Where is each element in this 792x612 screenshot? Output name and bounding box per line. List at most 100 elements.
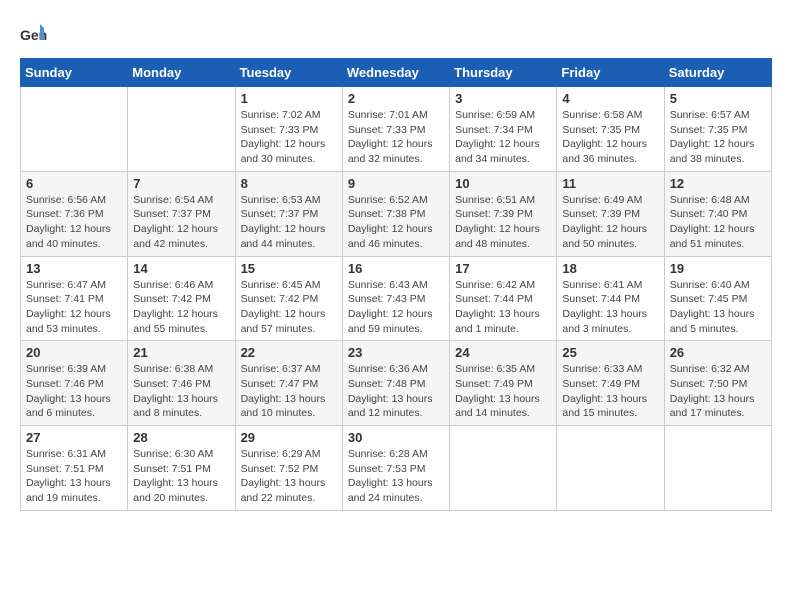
calendar-cell: 13 Sunrise: 6:47 AM Sunset: 7:41 PM Dayli…: [21, 256, 128, 341]
calendar-day-header: Friday: [557, 59, 664, 87]
day-number: 7: [133, 176, 229, 191]
calendar-body: 1Sunrise: 7:02 AM Sunset: 7:33 PM Daylig…: [21, 87, 772, 511]
day-info: Sunrise: 6:51 AM Sunset: 7:39 PM Dayligh…: [455, 193, 551, 252]
calendar-cell: 17 Sunrise: 6:42 AM Sunset: 7:44 PM Dayli…: [450, 256, 557, 341]
calendar-cell: 21 Sunrise: 6:38 AM Sunset: 7:46 PM Dayli…: [128, 341, 235, 426]
day-number: 23: [348, 345, 444, 360]
calendar-cell: 18 Sunrise: 6:41 AM Sunset: 7:44 PM Dayli…: [557, 256, 664, 341]
calendar-cell: 7 Sunrise: 6:54 AM Sunset: 7:37 PM Daylig…: [128, 171, 235, 256]
calendar-cell: [557, 426, 664, 511]
day-info: Sunrise: 6:33 AM Sunset: 7:49 PM Dayligh…: [562, 362, 658, 421]
calendar-cell: 11 Sunrise: 6:49 AM Sunset: 7:39 PM Dayli…: [557, 171, 664, 256]
day-info: Sunrise: 6:28 AM Sunset: 7:53 PM Dayligh…: [348, 447, 444, 506]
day-info: Sunrise: 6:49 AM Sunset: 7:39 PM Dayligh…: [562, 193, 658, 252]
calendar-cell: 4 Sunrise: 6:58 AM Sunset: 7:35 PM Daylig…: [557, 87, 664, 172]
day-number: 26: [670, 345, 766, 360]
day-info: Sunrise: 6:59 AM Sunset: 7:34 PM Dayligh…: [455, 108, 551, 167]
calendar-cell: 24 Sunrise: 6:35 AM Sunset: 7:49 PM Dayli…: [450, 341, 557, 426]
calendar-cell: 14 Sunrise: 6:46 AM Sunset: 7:42 PM Dayli…: [128, 256, 235, 341]
logo-icon: Gen: [20, 20, 48, 48]
calendar-cell: 22Sunrise: 6:37 AM Sunset: 7:47 PM Dayli…: [235, 341, 342, 426]
calendar-day-header: Sunday: [21, 59, 128, 87]
day-info: Sunrise: 6:58 AM Sunset: 7:35 PM Dayligh…: [562, 108, 658, 167]
calendar-cell: 29 Sunrise: 6:29 AM Sunset: 7:52 PM Dayli…: [235, 426, 342, 511]
day-number: 17: [455, 261, 551, 276]
calendar-cell: 2 Sunrise: 7:01 AM Sunset: 7:33 PM Daylig…: [342, 87, 449, 172]
day-info: Sunrise: 6:42 AM Sunset: 7:44 PM Dayligh…: [455, 278, 551, 337]
logo: Gen: [20, 20, 52, 48]
day-info: Sunrise: 6:57 AM Sunset: 7:35 PM Dayligh…: [670, 108, 766, 167]
calendar-cell: 19Sunrise: 6:40 AM Sunset: 7:45 PM Dayli…: [664, 256, 771, 341]
day-number: 13: [26, 261, 122, 276]
calendar-cell: 12 Sunrise: 6:48 AM Sunset: 7:40 PM Dayli…: [664, 171, 771, 256]
calendar-cell: 28Sunrise: 6:30 AM Sunset: 7:51 PM Dayli…: [128, 426, 235, 511]
day-number: 9: [348, 176, 444, 191]
day-number: 20: [26, 345, 122, 360]
calendar-cell: [664, 426, 771, 511]
day-number: 14: [133, 261, 229, 276]
calendar-week-row: 27Sunrise: 6:31 AM Sunset: 7:51 PM Dayli…: [21, 426, 772, 511]
day-number: 5: [670, 91, 766, 106]
calendar-cell: 6 Sunrise: 6:56 AM Sunset: 7:36 PM Daylig…: [21, 171, 128, 256]
day-info: Sunrise: 6:56 AM Sunset: 7:36 PM Dayligh…: [26, 193, 122, 252]
calendar-day-header: Saturday: [664, 59, 771, 87]
day-number: 10: [455, 176, 551, 191]
calendar-cell: 3Sunrise: 6:59 AM Sunset: 7:34 PM Daylig…: [450, 87, 557, 172]
day-number: 12: [670, 176, 766, 191]
day-number: 27: [26, 430, 122, 445]
day-info: Sunrise: 6:41 AM Sunset: 7:44 PM Dayligh…: [562, 278, 658, 337]
day-info: Sunrise: 6:47 AM Sunset: 7:41 PM Dayligh…: [26, 278, 122, 337]
day-number: 15: [241, 261, 337, 276]
day-number: 4: [562, 91, 658, 106]
day-info: Sunrise: 6:35 AM Sunset: 7:49 PM Dayligh…: [455, 362, 551, 421]
day-number: 18: [562, 261, 658, 276]
day-info: Sunrise: 7:02 AM Sunset: 7:33 PM Dayligh…: [241, 108, 337, 167]
calendar-week-row: 1Sunrise: 7:02 AM Sunset: 7:33 PM Daylig…: [21, 87, 772, 172]
calendar-header-row: SundayMondayTuesdayWednesdayThursdayFrid…: [21, 59, 772, 87]
calendar-cell: 9Sunrise: 6:52 AM Sunset: 7:38 PM Daylig…: [342, 171, 449, 256]
day-number: 11: [562, 176, 658, 191]
day-number: 24: [455, 345, 551, 360]
calendar-cell: [128, 87, 235, 172]
calendar-cell: 27Sunrise: 6:31 AM Sunset: 7:51 PM Dayli…: [21, 426, 128, 511]
day-info: Sunrise: 6:30 AM Sunset: 7:51 PM Dayligh…: [133, 447, 229, 506]
calendar-cell: 8 Sunrise: 6:53 AM Sunset: 7:37 PM Daylig…: [235, 171, 342, 256]
calendar-table: SundayMondayTuesdayWednesdayThursdayFrid…: [20, 58, 772, 511]
calendar-cell: 10 Sunrise: 6:51 AM Sunset: 7:39 PM Dayli…: [450, 171, 557, 256]
calendar-day-header: Monday: [128, 59, 235, 87]
day-number: 19: [670, 261, 766, 276]
day-info: Sunrise: 6:38 AM Sunset: 7:46 PM Dayligh…: [133, 362, 229, 421]
calendar-cell: [450, 426, 557, 511]
calendar-cell: 23 Sunrise: 6:36 AM Sunset: 7:48 PM Dayli…: [342, 341, 449, 426]
day-info: Sunrise: 6:29 AM Sunset: 7:52 PM Dayligh…: [241, 447, 337, 506]
day-info: Sunrise: 6:45 AM Sunset: 7:42 PM Dayligh…: [241, 278, 337, 337]
day-number: 2: [348, 91, 444, 106]
calendar-day-header: Wednesday: [342, 59, 449, 87]
day-info: Sunrise: 7:01 AM Sunset: 7:33 PM Dayligh…: [348, 108, 444, 167]
calendar-cell: 5 Sunrise: 6:57 AM Sunset: 7:35 PM Daylig…: [664, 87, 771, 172]
day-number: 21: [133, 345, 229, 360]
calendar-cell: 25 Sunrise: 6:33 AM Sunset: 7:49 PM Dayli…: [557, 341, 664, 426]
day-info: Sunrise: 6:54 AM Sunset: 7:37 PM Dayligh…: [133, 193, 229, 252]
day-info: Sunrise: 6:46 AM Sunset: 7:42 PM Dayligh…: [133, 278, 229, 337]
day-number: 8: [241, 176, 337, 191]
calendar-cell: 1Sunrise: 7:02 AM Sunset: 7:33 PM Daylig…: [235, 87, 342, 172]
page-header: Gen: [20, 20, 772, 48]
day-info: Sunrise: 6:48 AM Sunset: 7:40 PM Dayligh…: [670, 193, 766, 252]
day-number: 29: [241, 430, 337, 445]
day-info: Sunrise: 6:37 AM Sunset: 7:47 PM Dayligh…: [241, 362, 337, 421]
day-number: 16: [348, 261, 444, 276]
day-info: Sunrise: 6:53 AM Sunset: 7:37 PM Dayligh…: [241, 193, 337, 252]
calendar-day-header: Tuesday: [235, 59, 342, 87]
day-info: Sunrise: 6:32 AM Sunset: 7:50 PM Dayligh…: [670, 362, 766, 421]
calendar-week-row: 6 Sunrise: 6:56 AM Sunset: 7:36 PM Daylig…: [21, 171, 772, 256]
calendar-day-header: Thursday: [450, 59, 557, 87]
calendar-cell: 26 Sunrise: 6:32 AM Sunset: 7:50 PM Dayli…: [664, 341, 771, 426]
day-number: 6: [26, 176, 122, 191]
day-info: Sunrise: 6:36 AM Sunset: 7:48 PM Dayligh…: [348, 362, 444, 421]
day-number: 30: [348, 430, 444, 445]
day-info: Sunrise: 6:43 AM Sunset: 7:43 PM Dayligh…: [348, 278, 444, 337]
calendar-cell: [21, 87, 128, 172]
day-number: 25: [562, 345, 658, 360]
calendar-cell: 20Sunrise: 6:39 AM Sunset: 7:46 PM Dayli…: [21, 341, 128, 426]
